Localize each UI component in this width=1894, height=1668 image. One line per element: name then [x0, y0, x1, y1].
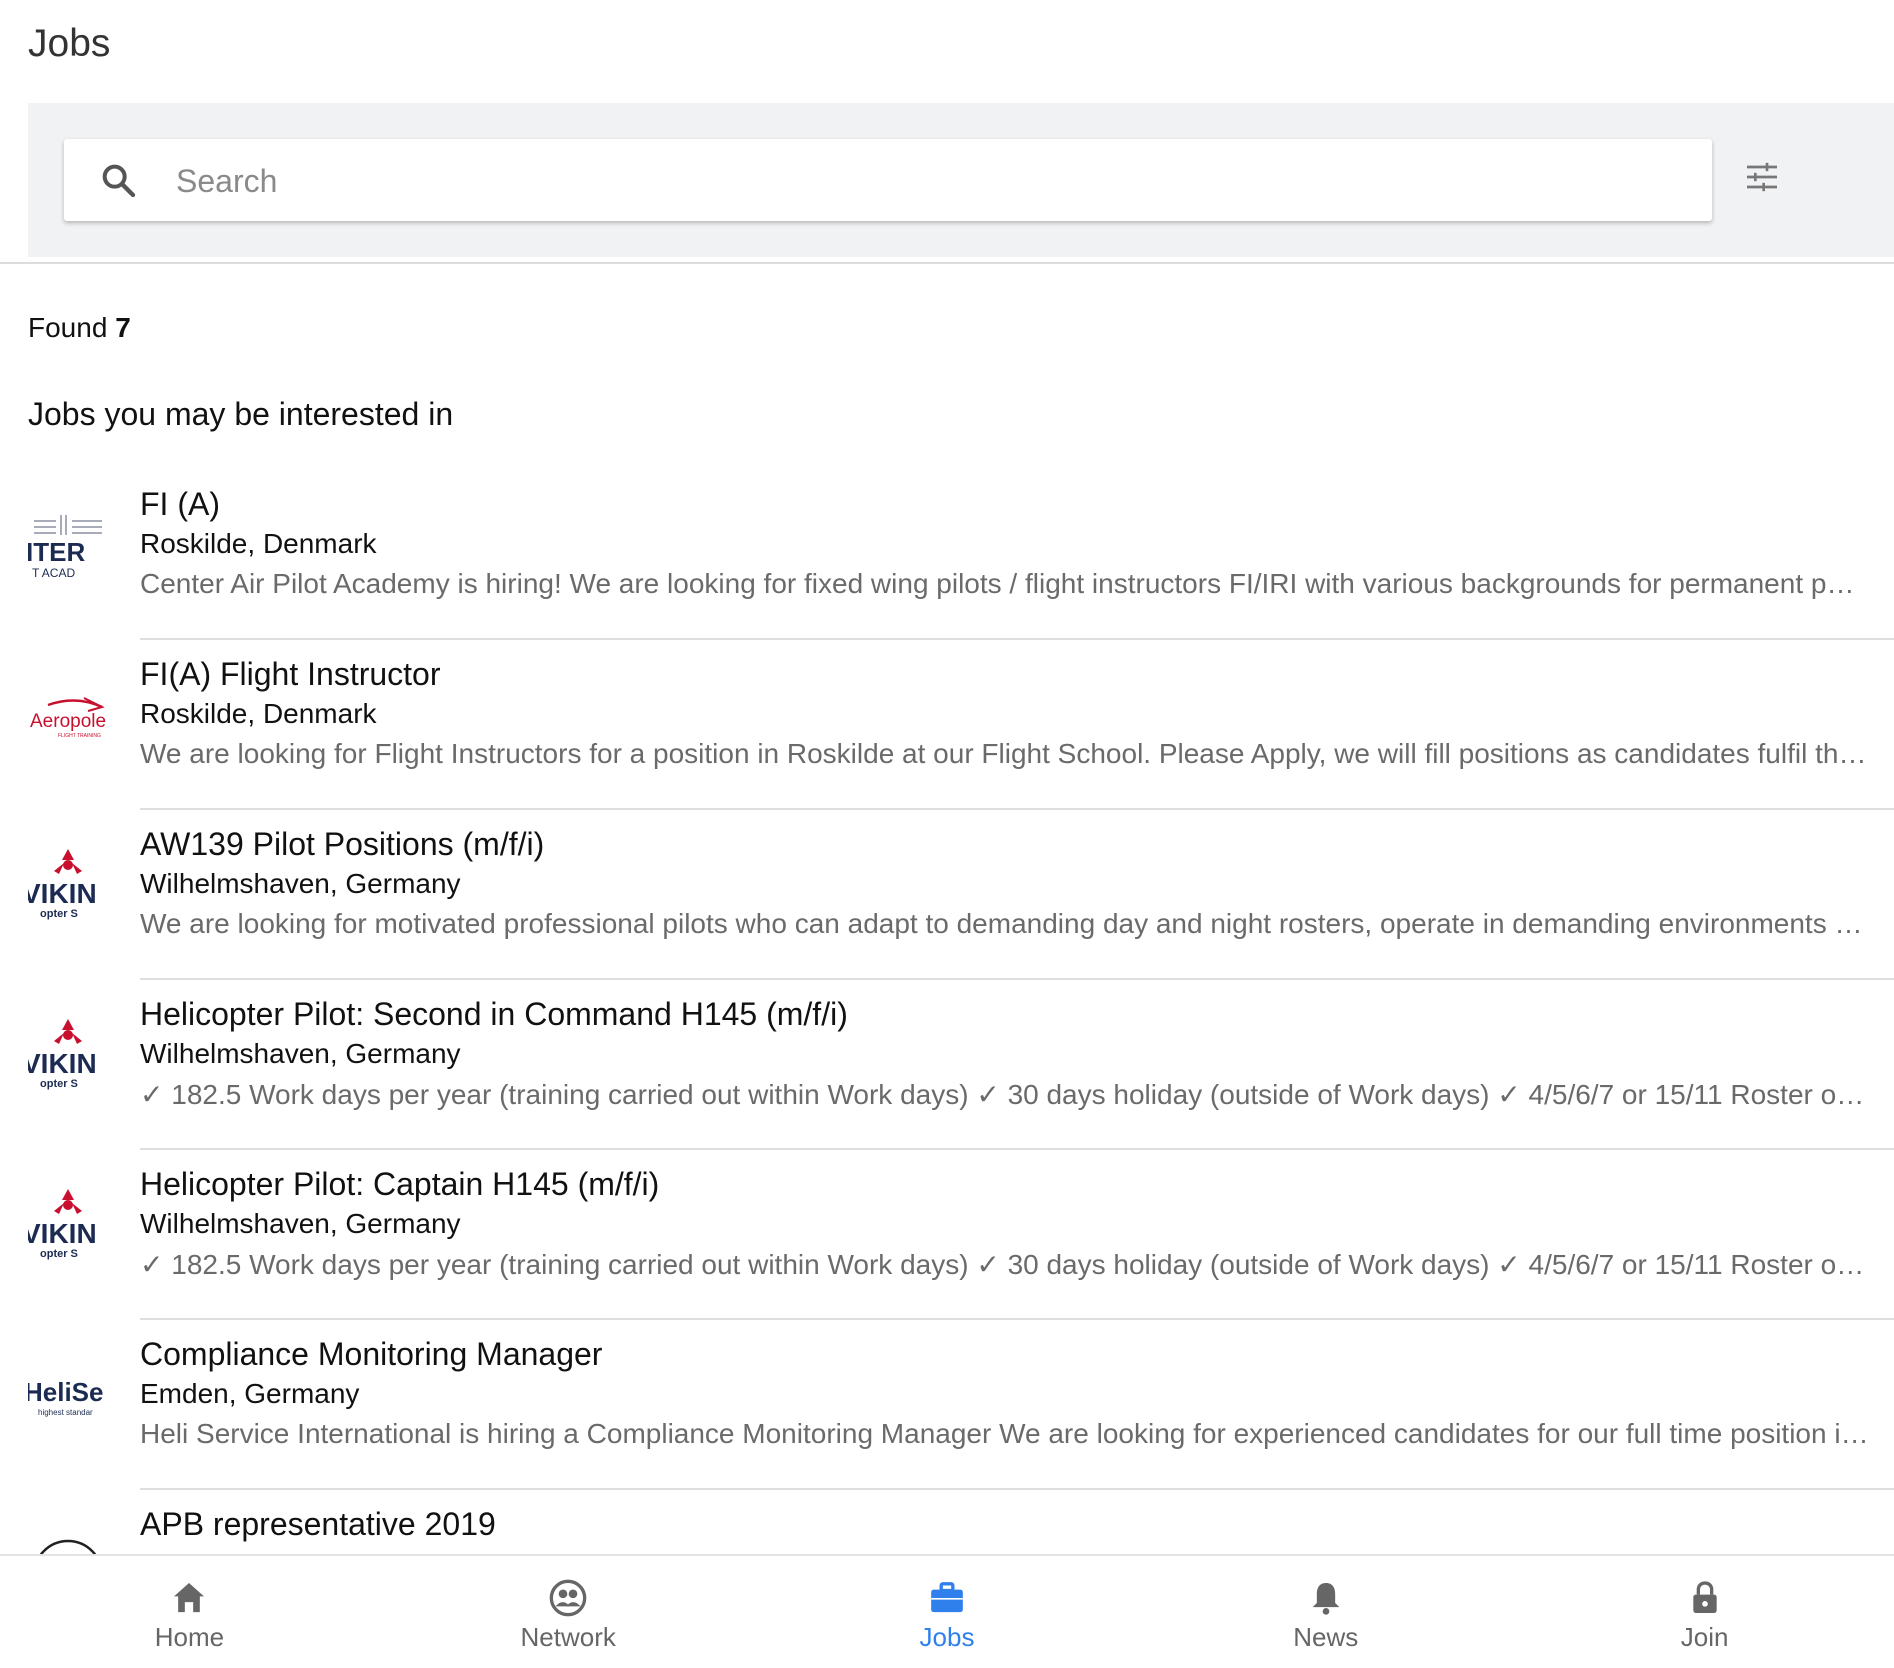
nav-label: Network: [520, 1622, 616, 1652]
nav-label: News: [1293, 1622, 1359, 1652]
nav-item-jobs[interactable]: Jobs: [758, 1556, 1137, 1668]
nav-item-home[interactable]: Home: [0, 1556, 379, 1668]
results-count-label: Found: [28, 312, 108, 343]
svg-text:FLIGHT TRAINING: FLIGHT TRAINING: [58, 733, 101, 739]
job-description: ✓ 182.5 Work days per year (training car…: [140, 1079, 1870, 1110]
job-location: Wilhelmshaven, Germany: [140, 1038, 461, 1069]
svg-text:opter S: opter S: [40, 1078, 78, 1090]
section-title: Jobs you may be interested in: [28, 396, 454, 432]
nav-item-join[interactable]: Join: [1515, 1556, 1894, 1668]
nav-item-news[interactable]: News: [1136, 1556, 1515, 1668]
job-title: Compliance Monitoring Manager: [140, 1336, 603, 1372]
job-description: Heli Service International is hiring a C…: [140, 1418, 1870, 1449]
job-description: We are looking for motivated professiona…: [140, 908, 1870, 939]
company-logo: ITER T ACAD: [28, 495, 108, 595]
lock-icon: [1692, 1581, 1717, 1613]
svg-text:HeliSe: HeliSe: [28, 1377, 104, 1407]
job-description: Center Air Pilot Academy is hiring! We a…: [140, 568, 1870, 599]
bell-icon: [1312, 1583, 1340, 1615]
job-list: ITER T ACAD FI (A) Roskilde, Denmark Cen…: [0, 470, 1894, 1660]
job-location: Roskilde, Denmark: [140, 698, 377, 729]
nav-label: Jobs: [919, 1622, 975, 1652]
nav-item-network[interactable]: Network: [379, 1556, 758, 1668]
search-bar-area: [28, 103, 1894, 257]
network-icon: [549, 1579, 587, 1617]
svg-text:ITER: ITER: [28, 537, 85, 567]
results-count-value: 7: [115, 312, 131, 343]
svg-text:highest standar: highest standar: [38, 1408, 93, 1417]
search-input[interactable]: [174, 153, 1678, 209]
svg-text:VIKIN: VIKIN: [28, 878, 97, 909]
job-title: AW139 Pilot Positions (m/f/i): [140, 826, 545, 862]
search-icon: [102, 164, 136, 198]
job-location: Emden, Germany: [140, 1378, 360, 1409]
nav-label: Join: [1680, 1622, 1729, 1652]
bottom-navigation: Home Network Jobs News Join: [0, 1554, 1894, 1668]
job-list-item[interactable]: VIKIN opter S Helicopter Pilot: Second i…: [0, 980, 1894, 1150]
nav-label: Home: [154, 1622, 225, 1652]
job-description: We are looking for Flight Instructors fo…: [140, 738, 1870, 769]
job-location: Wilhelmshaven, Germany: [140, 868, 461, 899]
job-title: Helicopter Pilot: Captain H145 (m/f/i): [140, 1166, 660, 1202]
company-logo: Aeropole FLIGHT TRAINING: [28, 665, 108, 765]
job-list-item[interactable]: HeliSe highest standar Compliance Monito…: [0, 1320, 1894, 1490]
svg-text:VIKIN: VIKIN: [28, 1218, 97, 1249]
header-divider: [0, 262, 1894, 264]
job-title: FI (A): [140, 486, 220, 522]
company-logo: VIKIN opter S: [28, 1005, 108, 1105]
job-location: Wilhelmshaven, Germany: [140, 1208, 461, 1239]
job-title: Helicopter Pilot: Second in Command H145…: [140, 996, 848, 1032]
job-title: APB representative 2019: [140, 1506, 496, 1542]
tune-icon[interactable]: [1742, 157, 1782, 197]
job-list-item[interactable]: VIKIN opter S AW139 Pilot Positions (m/f…: [0, 810, 1894, 980]
results-count: Found 7: [28, 312, 131, 344]
job-location: Roskilde, Denmark: [140, 528, 377, 559]
job-list-item[interactable]: Aeropole FLIGHT TRAINING FI(A) Flight In…: [0, 640, 1894, 810]
svg-text:VIKIN: VIKIN: [28, 1048, 97, 1079]
company-logo: VIKIN opter S: [28, 1175, 108, 1275]
svg-text:T ACAD: T ACAD: [32, 566, 75, 580]
search-box[interactable]: [64, 139, 1712, 221]
job-list-item[interactable]: ITER T ACAD FI (A) Roskilde, Denmark Cen…: [0, 470, 1894, 640]
page-title: Jobs: [28, 22, 111, 65]
job-description: ✓ 182.5 Work days per year (training car…: [140, 1249, 1870, 1280]
company-logo: HeliSe highest standar: [28, 1345, 108, 1445]
svg-text:Aeropole: Aeropole: [30, 711, 106, 732]
svg-text:opter S: opter S: [40, 1248, 78, 1260]
job-title: FI(A) Flight Instructor: [140, 656, 441, 692]
briefcase-icon: [931, 1582, 963, 1613]
svg-text:opter S: opter S: [40, 908, 78, 920]
job-list-item[interactable]: VIKIN opter S Helicopter Pilot: Captain …: [0, 1150, 1894, 1320]
company-logo: VIKIN opter S: [28, 835, 108, 935]
home-icon: [174, 1583, 205, 1613]
